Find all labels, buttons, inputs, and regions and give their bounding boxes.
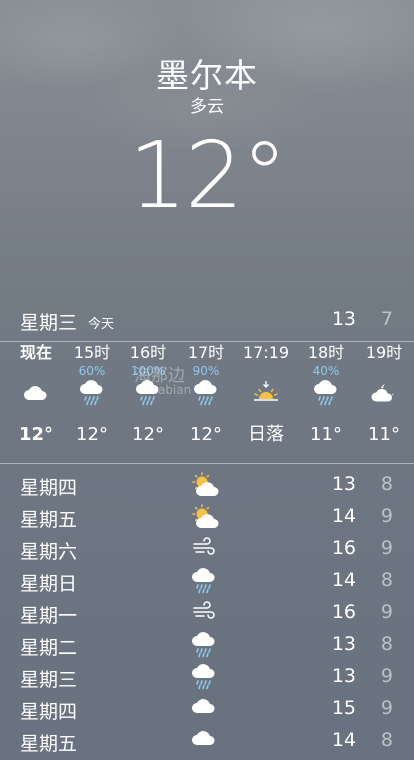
day-low: 9 [380, 697, 393, 719]
daily-row: 星期四 13 8 [0, 470, 414, 502]
hourly-item: 18时 40% 11° [297, 342, 355, 447]
hour-temp: 日落 [248, 424, 284, 445]
hour-temp: 11° [368, 424, 400, 445]
location-header: 墨尔本 多云 [0, 56, 414, 117]
cloud-icon [191, 728, 221, 754]
day-high: 14 [331, 569, 356, 591]
cloud-icon [7, 378, 65, 408]
day-high: 15 [331, 697, 356, 719]
current-condition: 多云 [190, 97, 224, 117]
partly-sunny-icon [191, 472, 221, 498]
day-high: 14 [331, 505, 356, 527]
daily-row: 星期六 16 9 [0, 534, 414, 566]
day-high: 13 [331, 665, 356, 687]
daily-row: 星期四 15 9 [0, 694, 414, 726]
day-name: 星期五 [20, 733, 78, 755]
day-high: 16 [331, 601, 356, 623]
daily-row: 星期五 14 9 [0, 502, 414, 534]
day-low: 8 [380, 633, 393, 655]
day-high: 16 [331, 537, 356, 559]
hour-precip: 100% [130, 364, 166, 378]
rain-cloud-icon [191, 568, 221, 594]
hourly-item: 19时 11° [355, 342, 413, 447]
today-day: 星期三 [20, 312, 78, 334]
hour-temp: 12° [190, 424, 222, 445]
hour-time: 17时 [187, 343, 225, 362]
rain-cloud-icon [177, 378, 235, 408]
daily-row: 星期日 14 8 [0, 566, 414, 598]
day-name: 星期六 [20, 541, 78, 563]
hour-precip: 60% [78, 364, 106, 378]
day-low: 8 [380, 473, 393, 495]
hour-precip [237, 364, 295, 378]
hourly-item: 17:19 日落 [237, 342, 295, 447]
sunset-icon [237, 378, 295, 408]
day-name: 星期日 [20, 573, 78, 595]
rain-cloud-icon [63, 378, 121, 408]
rain-cloud-icon [297, 378, 355, 408]
wind-icon [191, 536, 221, 562]
hour-time: 15时 [73, 343, 111, 362]
cloud-moon-icon [355, 378, 413, 408]
day-low: 9 [380, 537, 393, 559]
day-low: 9 [380, 505, 393, 527]
hour-precip: 90% [192, 364, 220, 378]
hourly-forecast[interactable]: 现在 12° 15时 60% 12° 16时 100% 12° 17时 90% 12° 17:19 日落… [0, 342, 414, 460]
hour-temp: 12° [76, 424, 108, 445]
hourly-item: 15时 60% 12° [63, 342, 121, 447]
day-name: 星期四 [20, 477, 78, 499]
hour-precip [355, 364, 413, 378]
hourly-item: 现在 12° [7, 342, 65, 447]
hourly-item: 17时 90% 12° [177, 342, 235, 447]
day-high: 14 [331, 729, 356, 751]
daily-row: 星期一 16 9 [0, 598, 414, 630]
daily-forecast[interactable]: 星期四 13 8 星期五 14 9 星期六 16 9 星期日 14 8 星期一 16 9 星期二 13 8 星期三 1… [0, 470, 414, 758]
daily-row: 星期二 13 8 [0, 630, 414, 662]
daily-row: 星期五 14 8 [0, 726, 414, 758]
hour-temp: 12° [132, 424, 164, 445]
today-summary: 星期三 今天 13 7 [0, 304, 414, 336]
current-temperature: 12° [128, 122, 287, 229]
rain-cloud-icon [119, 378, 177, 408]
daily-row: 星期三 13 9 [0, 662, 414, 694]
hour-precip [7, 364, 65, 378]
day-name: 星期二 [20, 637, 78, 659]
rain-cloud-icon [191, 632, 221, 658]
today-low: 7 [380, 308, 393, 330]
day-name: 星期三 [20, 669, 78, 691]
divider-bottom [0, 463, 414, 464]
hour-time: 19时 [365, 343, 403, 362]
hour-temp: 11° [310, 424, 342, 445]
day-low: 9 [380, 601, 393, 623]
city-name: 墨尔本 [156, 56, 258, 95]
hour-time: 18时 [307, 343, 345, 362]
day-low: 8 [380, 569, 393, 591]
rain-cloud-icon [191, 664, 221, 690]
hour-precip: 40% [312, 364, 340, 378]
hourly-item: 16时 100% 12° [119, 342, 177, 447]
partly-sunny-icon [191, 504, 221, 530]
hour-time: 17:19 [242, 343, 290, 362]
day-name: 星期五 [20, 509, 78, 531]
day-low: 8 [380, 729, 393, 751]
today-high: 13 [331, 308, 356, 330]
hour-time: 16时 [129, 343, 167, 362]
day-low: 9 [380, 665, 393, 687]
hour-time: 现在 [19, 343, 52, 362]
day-high: 13 [331, 473, 356, 495]
cloud-icon [191, 696, 221, 722]
today-tag: 今天 [88, 317, 115, 332]
day-name: 星期一 [20, 605, 78, 627]
wind-icon [191, 600, 221, 626]
day-high: 13 [331, 633, 356, 655]
day-name: 星期四 [20, 701, 78, 723]
hour-temp: 12° [18, 424, 54, 445]
